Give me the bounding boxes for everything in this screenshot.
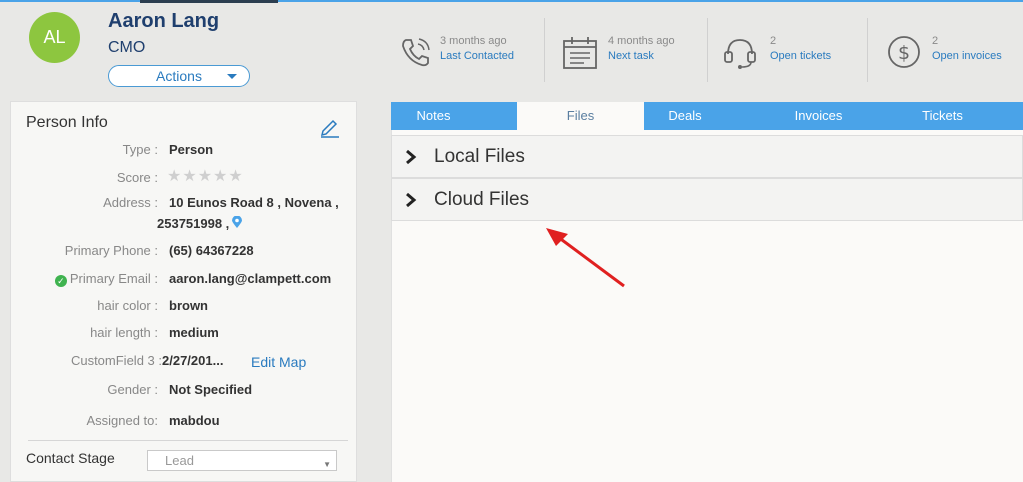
hair-length-value: medium [169, 325, 219, 340]
stat-open-invoices-value: 2 [932, 35, 939, 47]
address-line2-text: 253751998 , [157, 216, 230, 231]
next-task-link[interactable]: Next task [608, 50, 654, 62]
gender-label: Gender : [107, 382, 158, 397]
address-line1: 10 Eunos Road 8 , Novena , [169, 195, 339, 210]
star-rating[interactable]: ★ ★ ★ ★ ★ [167, 169, 243, 185]
calendar-icon [563, 37, 597, 69]
divider [28, 440, 348, 441]
email-label: Primary Email : [69, 271, 158, 286]
tab-invoices[interactable]: Invoices [751, 102, 886, 130]
annotation-arrow-icon [546, 228, 625, 288]
stat-divider [544, 18, 545, 82]
caret-down-icon [227, 74, 237, 79]
score-label: Score : [116, 170, 158, 185]
local-files-label: Local Files [434, 146, 525, 167]
headset-icon [724, 39, 756, 69]
map-pin-icon[interactable] [232, 215, 243, 229]
chevron-right-icon [406, 149, 417, 165]
dollar-icon: $ [888, 36, 920, 68]
top-active-indicator [140, 0, 278, 3]
contact-name: Aaron Lang [108, 10, 220, 32]
star-icon[interactable]: ★ [182, 169, 196, 185]
contact-stage-select[interactable]: Lead ▼ [147, 450, 337, 471]
contact-title: CMO [108, 39, 146, 56]
contact-stage-label: Contact Stage [26, 450, 115, 466]
cloud-files-label: Cloud Files [434, 189, 530, 210]
phone-icon [402, 38, 430, 67]
contact-stage-value: Lead [165, 453, 194, 468]
hair-length-label: hair length : [90, 325, 158, 340]
custom3-value: 2/27/201... [162, 353, 224, 368]
address-line2: 253751998 , [157, 215, 243, 231]
hair-color-value: brown [169, 298, 208, 313]
custom3-label: CustomField 3 : [70, 353, 162, 368]
stat-open-tickets-value: 2 [770, 35, 777, 47]
stat-divider [707, 18, 708, 82]
phone-label: Primary Phone : [64, 243, 158, 258]
hair-color-label: hair color : [97, 298, 158, 313]
address-label: Address : [103, 195, 158, 210]
stat-next-task-value: 4 months ago [608, 35, 675, 47]
type-label: Type : [122, 142, 158, 157]
chevron-right-icon [406, 192, 417, 208]
stat-last-contacted-value: 3 months ago [440, 35, 507, 47]
cloud-files-section[interactable]: Cloud Files [391, 178, 1023, 221]
edit-pencil-icon[interactable] [319, 116, 341, 138]
gender-value: Not Specified [169, 382, 253, 397]
stat-divider [867, 18, 868, 82]
assigned-value: mabdou [169, 413, 220, 428]
star-icon[interactable]: ★ [198, 169, 212, 185]
star-icon[interactable]: ★ [167, 169, 181, 185]
actions-button[interactable]: Actions [108, 65, 250, 87]
email-label-wrap: ✓ Primary Email : [54, 271, 158, 287]
open-tickets-link[interactable]: Open tickets [770, 50, 831, 62]
verified-check-icon: ✓ [54, 275, 67, 287]
tab-deals[interactable]: Deals [644, 102, 726, 130]
select-arrow-icon: ▼ [323, 460, 331, 469]
assigned-label: Assigned to: [86, 413, 158, 428]
open-invoices-link[interactable]: Open invoices [932, 50, 1002, 62]
tab-files[interactable]: Files [517, 102, 644, 130]
star-icon[interactable]: ★ [228, 169, 242, 185]
star-icon[interactable]: ★ [213, 169, 227, 185]
local-files-section[interactable]: Local Files [391, 135, 1023, 178]
email-value[interactable]: aaron.lang@clampett.com [169, 271, 331, 286]
person-info-panel: Person Info Type : Person Score : ★ ★ ★ … [10, 101, 357, 482]
tab-tickets[interactable]: Tickets [886, 102, 999, 130]
phone-value[interactable]: (65) 64367228 [169, 243, 254, 258]
actions-label: Actions [156, 68, 202, 84]
panel-title: Person Info [26, 114, 108, 131]
edit-map-link[interactable]: Edit Map [251, 354, 306, 370]
avatar: AL [29, 12, 80, 63]
tab-notes[interactable]: Notes [391, 102, 476, 130]
tab-bar: Notes Files Deals Invoices Tickets [391, 102, 1023, 130]
svg-text:$: $ [898, 42, 910, 64]
type-value: Person [169, 142, 214, 157]
last-contacted-link[interactable]: Last Contacted [440, 50, 514, 62]
